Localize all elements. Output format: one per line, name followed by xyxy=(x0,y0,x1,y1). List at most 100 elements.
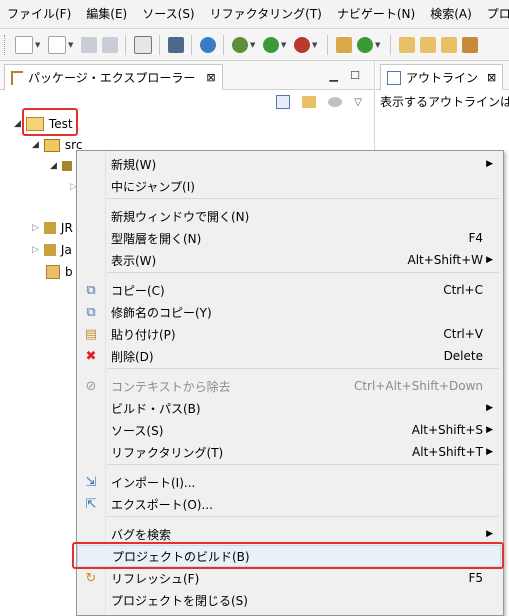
menu-item-shortcut: F4 xyxy=(468,231,483,245)
menu-separator xyxy=(107,198,499,199)
tree-row-jre[interactable]: ▷ JR xyxy=(32,218,73,238)
menu-file[interactable]: ファイル(F) xyxy=(0,0,79,28)
tree-label-jre: JR xyxy=(60,221,73,235)
menu-edit[interactable]: 編集(E) xyxy=(79,0,135,28)
chevron-down-icon[interactable]: ▼ xyxy=(68,41,74,49)
view-menu-icon[interactable]: ▽ xyxy=(354,97,362,108)
open-resource-icon[interactable] xyxy=(441,36,457,53)
toolbar-separator xyxy=(327,34,328,55)
menu-item-9: ⊘ コンテキストから除去 Ctrl+Alt+Shift+Down xyxy=(77,375,501,397)
console-icon[interactable] xyxy=(168,36,184,53)
menu-item-label: プロジェクトを閉じる(S) xyxy=(111,593,248,608)
menu-item-0[interactable]: 新規(W) ▶ xyxy=(77,153,501,175)
expanded-arrow-icon[interactable]: ◢ xyxy=(14,119,21,129)
menu-item-8[interactable]: ✖ 削除(D) Delete xyxy=(77,345,501,367)
menu-item-13[interactable]: ⇲ インポート(I)... xyxy=(77,471,501,493)
submenu-arrow-icon: ▶ xyxy=(486,529,493,539)
link-with-editor-icon[interactable] xyxy=(302,96,317,108)
menu-project[interactable]: プロ xyxy=(480,0,509,28)
tree-row-bin[interactable]: b xyxy=(46,262,73,282)
menu-item-10[interactable]: ビルド・パス(B) ▶ xyxy=(77,397,501,419)
menu-item-7[interactable]: ▤ 貼り付け(P) Ctrl+V xyxy=(77,323,501,345)
tree-row-src[interactable]: ◢ src xyxy=(32,135,82,155)
open-folder-icon[interactable] xyxy=(399,36,415,53)
expanded-arrow-icon[interactable]: ◢ xyxy=(50,161,57,171)
outline-icon xyxy=(387,70,401,85)
chevron-down-icon[interactable]: ▼ xyxy=(35,41,41,49)
save-all-icon[interactable] xyxy=(102,36,118,53)
binary-icon[interactable] xyxy=(134,35,152,54)
menu-navigate[interactable]: ナビゲート(N) xyxy=(330,0,423,28)
chevron-down-icon[interactable]: ▼ xyxy=(312,41,318,49)
menu-item-5[interactable]: ⧉ コピー(C) Ctrl+C xyxy=(77,279,501,301)
new-package-icon[interactable] xyxy=(336,36,352,53)
chevron-down-icon[interactable]: ▼ xyxy=(281,41,287,49)
package-view-toolbar: ▽ xyxy=(276,95,362,109)
save-icon[interactable] xyxy=(81,36,97,53)
delete-icon: ✖ xyxy=(85,348,97,364)
menu-item-17[interactable]: ↻ リフレッシュ(F) F5 xyxy=(77,567,501,589)
menu-item-12[interactable]: リファクタリング(T) Alt+Shift+T ▶ xyxy=(77,441,501,463)
package-explorer-tab[interactable]: パッケージ・エクスプローラー ⊠ xyxy=(4,64,223,90)
menu-item-1[interactable]: 中にジャンプ(I) xyxy=(77,175,501,197)
outline-tab[interactable]: アウトライン ⊠ xyxy=(380,64,504,90)
menu-item-shortcut: Alt+Shift+S xyxy=(411,423,483,437)
menu-item-label: インポート(I)... xyxy=(111,475,196,490)
menu-separator xyxy=(107,368,499,369)
toolbar-separator xyxy=(125,34,126,55)
collapsed-arrow-icon[interactable]: ▷ xyxy=(32,223,39,233)
menu-item-6[interactable]: ⧉ 修飾名のコピー(Y) xyxy=(77,301,501,323)
chevron-down-icon[interactable]: ▼ xyxy=(375,41,381,49)
external-tools-icon[interactable] xyxy=(294,36,310,53)
minimize-icon[interactable]: ▁ xyxy=(330,69,338,82)
run-icon[interactable] xyxy=(263,36,279,53)
remove-context-icon: ⊘ xyxy=(85,378,97,394)
tree-row-package[interactable]: ◢ xyxy=(50,156,72,176)
menu-item-label: 貼り付け(P) xyxy=(111,327,176,342)
package-icon xyxy=(61,161,72,171)
menu-bar: ファイル(F) 編集(E) ソース(S) リファクタリング(T) ナビゲート(N… xyxy=(0,0,509,29)
menu-item-label: リフレッシュ(F) xyxy=(111,571,200,586)
toolbar-grip[interactable] xyxy=(4,34,8,55)
menu-search[interactable]: 検索(A) xyxy=(423,0,480,28)
close-icon[interactable]: ⊠ xyxy=(487,71,496,84)
paste-icon: ▤ xyxy=(84,326,98,342)
tree-label-bin: b xyxy=(65,265,73,279)
menu-item-shortcut: Alt+Shift+W xyxy=(407,253,484,267)
debug-icon[interactable] xyxy=(232,36,248,53)
collapse-all-icon[interactable] xyxy=(276,95,291,109)
submenu-arrow-icon: ▶ xyxy=(486,425,493,435)
close-icon[interactable]: ⊠ xyxy=(206,71,215,84)
menu-item-3[interactable]: 型階層を開く(N) F4 xyxy=(77,227,501,249)
refresh-icon: ↻ xyxy=(85,570,97,586)
menu-item-label: 修飾名のコピー(Y) xyxy=(111,305,212,320)
menu-item-label: 新規(W) xyxy=(111,157,157,172)
toolbar-separator xyxy=(191,34,192,55)
project-highlight-box xyxy=(22,108,78,136)
new-icon[interactable] xyxy=(15,35,33,54)
menu-item-18[interactable]: プロジェクトを閉じる(S) xyxy=(77,589,501,611)
open-type-icon[interactable] xyxy=(420,36,436,53)
menu-item-label: ソース(S) xyxy=(111,423,164,438)
brush-icon[interactable] xyxy=(462,36,478,53)
folder-icon xyxy=(46,265,60,279)
outline-message: 表示するアウトラインは xyxy=(380,95,509,109)
menu-item-4[interactable]: 表示(W) Alt+Shift+W ▶ xyxy=(77,249,501,271)
settings-gear-icon[interactable] xyxy=(200,36,216,53)
menu-item-14[interactable]: ⇱ エクスポート(O)... xyxy=(77,493,501,515)
menu-item-2[interactable]: 新規ウィンドウで開く(N) xyxy=(77,205,501,227)
menu-source[interactable]: ソース(S) xyxy=(135,0,202,28)
new-class-icon[interactable] xyxy=(357,36,373,53)
chevron-down-icon[interactable]: ▼ xyxy=(250,41,256,49)
menu-refactor[interactable]: リファクタリング(T) xyxy=(203,0,330,28)
tree-row-jar[interactable]: ▷ Ja xyxy=(32,240,72,260)
maximize-icon[interactable]: ☐ xyxy=(350,69,360,82)
menu-item-label: 型階層を開く(N) xyxy=(111,231,202,246)
submenu-arrow-icon: ▶ xyxy=(486,255,493,265)
filter-icon[interactable] xyxy=(328,97,343,107)
menu-item-11[interactable]: ソース(S) Alt+Shift+S ▶ xyxy=(77,419,501,441)
new-wizard-icon[interactable] xyxy=(48,35,66,54)
expanded-arrow-icon[interactable]: ◢ xyxy=(32,140,39,150)
menu-item-label: バグを検索 xyxy=(111,527,172,542)
collapsed-arrow-icon[interactable]: ▷ xyxy=(32,245,39,255)
